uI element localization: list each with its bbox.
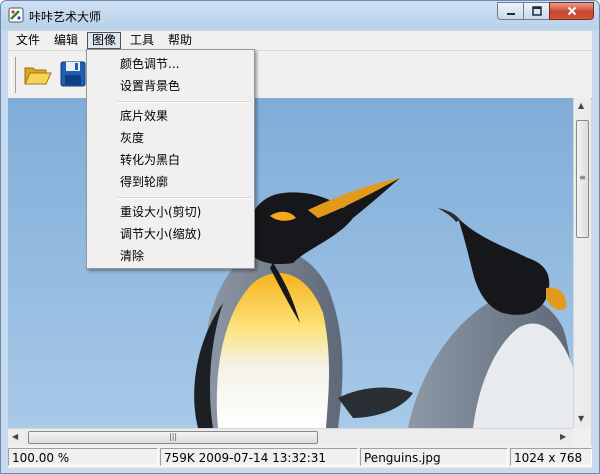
- scroll-corner: [573, 428, 591, 446]
- status-dimensions: 1024 x 768: [510, 448, 592, 466]
- close-icon: [567, 6, 576, 16]
- maximize-button[interactable]: [523, 2, 549, 20]
- vertical-scrollbar[interactable]: ▲ ≡ ▼: [573, 98, 591, 428]
- menu-image[interactable]: 图像: [87, 32, 122, 49]
- maximize-icon: [531, 6, 542, 16]
- minimize-button[interactable]: [497, 2, 523, 20]
- menu-item-grayscale[interactable]: 灰度: [88, 127, 253, 149]
- scroll-right-icon[interactable]: ▶: [560, 432, 566, 441]
- menu-separator: [117, 101, 251, 103]
- status-bar: 100.00 % 759K 2009-07-14 13:32:31 Pengui…: [8, 446, 592, 468]
- menu-item-resize-crop[interactable]: 重设大小(剪切): [88, 201, 253, 223]
- menu-bar: 文件 编辑 图像 工具 帮助: [8, 30, 592, 51]
- minimize-icon: [506, 13, 515, 15]
- grip-icon: ≡: [579, 173, 586, 182]
- grip-icon: |||: [169, 432, 178, 441]
- menu-help[interactable]: 帮助: [164, 32, 196, 49]
- title-bar[interactable]: 咔咔艺术大师: [1, 1, 599, 30]
- menu-item-set-background[interactable]: 设置背景色: [88, 75, 253, 97]
- status-file-name: Penguins.jpg: [360, 448, 508, 466]
- menu-item-black-white[interactable]: 转化为黑白: [88, 149, 253, 171]
- menu-item-clear[interactable]: 清除: [88, 245, 253, 267]
- save-disk-icon[interactable]: [58, 59, 88, 89]
- image-menu-dropdown: 颜色调节... 设置背景色 底片效果 灰度 转化为黑白 得到轮廓 重设大小(剪切…: [86, 49, 255, 269]
- menu-item-outline[interactable]: 得到轮廓: [88, 171, 253, 193]
- window-title: 咔咔艺术大师: [29, 10, 102, 24]
- menu-file[interactable]: 文件: [12, 32, 44, 49]
- toolbar-grip[interactable]: [11, 57, 16, 93]
- menu-edit[interactable]: 编辑: [50, 32, 82, 49]
- horizontal-scroll-thumb[interactable]: |||: [28, 431, 318, 444]
- horizontal-scrollbar[interactable]: ◀ ||| ▶: [8, 428, 573, 446]
- status-file-info: 759K 2009-07-14 13:32:31: [160, 448, 358, 466]
- status-zoom: 100.00 %: [8, 448, 158, 466]
- menu-item-color-adjust[interactable]: 颜色调节...: [88, 53, 253, 75]
- vertical-scroll-thumb[interactable]: ≡: [576, 120, 589, 238]
- window-controls: [497, 2, 594, 20]
- menu-item-negative[interactable]: 底片效果: [88, 105, 253, 127]
- app-palette-icon: [8, 7, 24, 23]
- folder-open-icon[interactable]: [22, 59, 52, 89]
- scroll-left-icon[interactable]: ◀: [12, 432, 18, 441]
- menu-separator: [117, 197, 251, 199]
- scroll-up-icon[interactable]: ▲: [578, 101, 584, 110]
- app-window: 咔咔艺术大师 文件 编辑 图像 工具 帮助 ▲ ≡ ▼ ◀ ||| ▶ 100.…: [0, 0, 600, 474]
- close-button[interactable]: [549, 2, 594, 20]
- menu-tools[interactable]: 工具: [126, 32, 158, 49]
- menu-item-resize-scale[interactable]: 调节大小(缩放): [88, 223, 253, 245]
- scroll-down-icon[interactable]: ▼: [578, 414, 584, 423]
